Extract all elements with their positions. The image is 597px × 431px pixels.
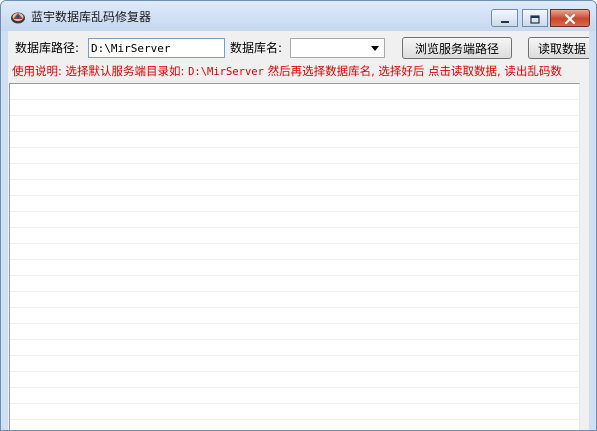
list-row	[10, 84, 579, 100]
list-row	[10, 228, 579, 244]
instructions-text: 使用说明: 选择默认服务端目录如: D:\MirServer 然后再选择数据库名…	[12, 63, 589, 79]
list-row	[10, 388, 579, 404]
path-input[interactable]	[88, 38, 225, 58]
list-row	[10, 100, 579, 116]
maximize-icon	[530, 9, 540, 28]
list-row	[10, 180, 579, 196]
window-title: 蓝宇数据库乱码修复器	[31, 10, 152, 24]
app-window: 蓝宇数据库乱码修复器 数据库路径: 数据库名: 浏览服务端路径 读取数据	[0, 0, 597, 431]
instructions-part2: 然后再选择数据库名, 选择好后 点击读取数据, 读出乱码数	[263, 64, 562, 78]
minimize-icon	[500, 9, 510, 28]
list-row	[10, 372, 579, 388]
list-row	[10, 276, 579, 292]
list-row	[10, 324, 579, 340]
close-button[interactable]	[550, 9, 590, 27]
dbname-select[interactable]	[290, 38, 385, 58]
maximize-button[interactable]	[522, 9, 548, 27]
list-row	[10, 420, 579, 430]
title-bar[interactable]: 蓝宇数据库乱码修复器	[1, 1, 596, 31]
app-logo-icon	[10, 9, 26, 25]
list-row	[10, 164, 579, 180]
list-row	[10, 116, 579, 132]
list-row	[10, 132, 579, 148]
list-row	[10, 260, 579, 276]
path-label: 数据库路径:	[15, 41, 80, 55]
instructions-part1: 使用说明: 选择默认服务端目录如:	[12, 64, 189, 78]
list-right-edge	[580, 83, 589, 430]
chevron-down-icon	[371, 46, 379, 51]
list-row	[10, 212, 579, 228]
list-row	[10, 244, 579, 260]
list-row	[10, 340, 579, 356]
browse-path-button[interactable]: 浏览服务端路径	[402, 37, 512, 59]
list-row	[10, 148, 579, 164]
minimize-button[interactable]	[491, 9, 518, 27]
instructions-path: D:\MirServer	[188, 66, 264, 78]
dbname-label: 数据库名:	[230, 41, 283, 55]
data-list[interactable]	[9, 83, 580, 430]
close-icon	[564, 9, 576, 28]
client-area: 数据库路径: 数据库名: 浏览服务端路径 读取数据 使用说明: 选择默认服务端目…	[8, 31, 589, 430]
list-row	[10, 196, 579, 212]
list-row	[10, 308, 579, 324]
list-row	[10, 356, 579, 372]
read-data-button[interactable]: 读取数据	[528, 37, 589, 59]
list-row	[10, 292, 579, 308]
list-row	[10, 404, 579, 420]
